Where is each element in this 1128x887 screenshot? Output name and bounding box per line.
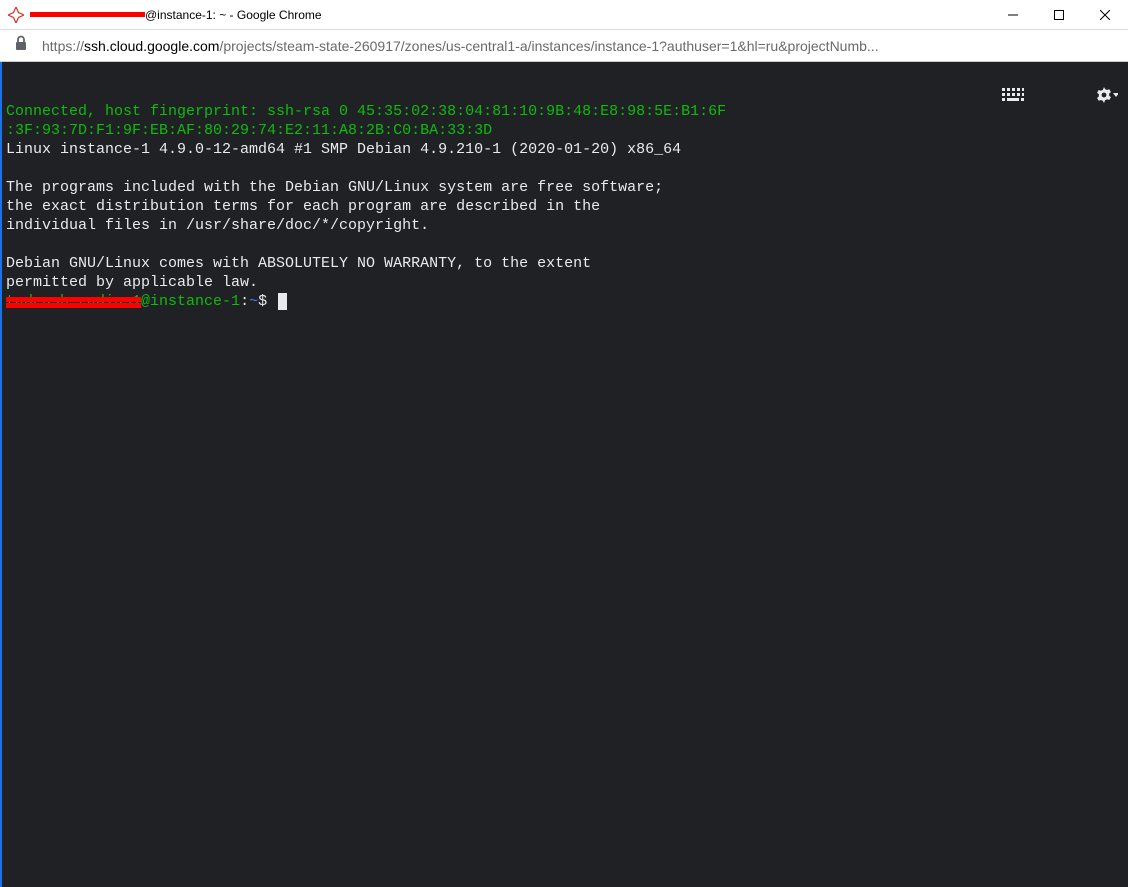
window-title-bar: @instance-1: ~ - Google Chrome bbox=[0, 0, 1128, 30]
prompt-host: @instance-1 bbox=[141, 293, 240, 310]
title-suffix: @instance-1: ~ - Google Chrome bbox=[145, 8, 322, 22]
keyboard-icon[interactable] bbox=[948, 69, 1024, 127]
terminal-line: individual files in /usr/share/doc/*/cop… bbox=[6, 217, 429, 234]
gear-icon[interactable] bbox=[1042, 68, 1118, 128]
window-controls bbox=[990, 0, 1128, 29]
terminal-line: Connected, host fingerprint: ssh-rsa 0 4… bbox=[6, 103, 726, 120]
prompt-end: $ bbox=[258, 293, 276, 310]
redacted-text bbox=[30, 12, 145, 17]
terminal-line: Debian GNU/Linux comes with ABSOLUTELY N… bbox=[6, 255, 591, 272]
terminal-line: the exact distribution terms for each pr… bbox=[6, 198, 600, 215]
maximize-button[interactable] bbox=[1036, 0, 1082, 29]
terminal-cursor bbox=[278, 293, 287, 310]
ssh-terminal[interactable]: Connected, host fingerprint: ssh-rsa 0 4… bbox=[0, 62, 1128, 887]
close-button[interactable] bbox=[1082, 0, 1128, 29]
url-path: /projects/steam-state-260917/zones/us-ce… bbox=[219, 38, 878, 54]
terminal-line: permitted by applicable law. bbox=[6, 274, 258, 291]
url-host: ssh.cloud.google.com bbox=[84, 38, 219, 54]
prompt-user: tadeush_radius1 bbox=[6, 292, 141, 311]
prompt-sep: : bbox=[240, 293, 249, 310]
lock-icon[interactable] bbox=[14, 35, 28, 56]
url-scheme: https:// bbox=[42, 38, 84, 54]
minimize-button[interactable] bbox=[990, 0, 1036, 29]
app-icon bbox=[8, 7, 24, 23]
url[interactable]: https://ssh.cloud.google.com/projects/st… bbox=[42, 38, 1118, 54]
terminal-line: :3F:93:7D:F1:9F:EB:AF:80:29:74:E2:11:A8:… bbox=[6, 122, 492, 139]
terminal-toolbar bbox=[948, 68, 1118, 128]
window-title: @instance-1: ~ - Google Chrome bbox=[30, 8, 990, 22]
prompt-line: tadeush_radius1@instance-1:~$ bbox=[6, 293, 287, 310]
terminal-line: Linux instance-1 4.9.0-12-amd64 #1 SMP D… bbox=[6, 141, 681, 158]
address-bar: https://ssh.cloud.google.com/projects/st… bbox=[0, 30, 1128, 62]
prompt-path: ~ bbox=[249, 293, 258, 310]
terminal-line: The programs included with the Debian GN… bbox=[6, 179, 663, 196]
